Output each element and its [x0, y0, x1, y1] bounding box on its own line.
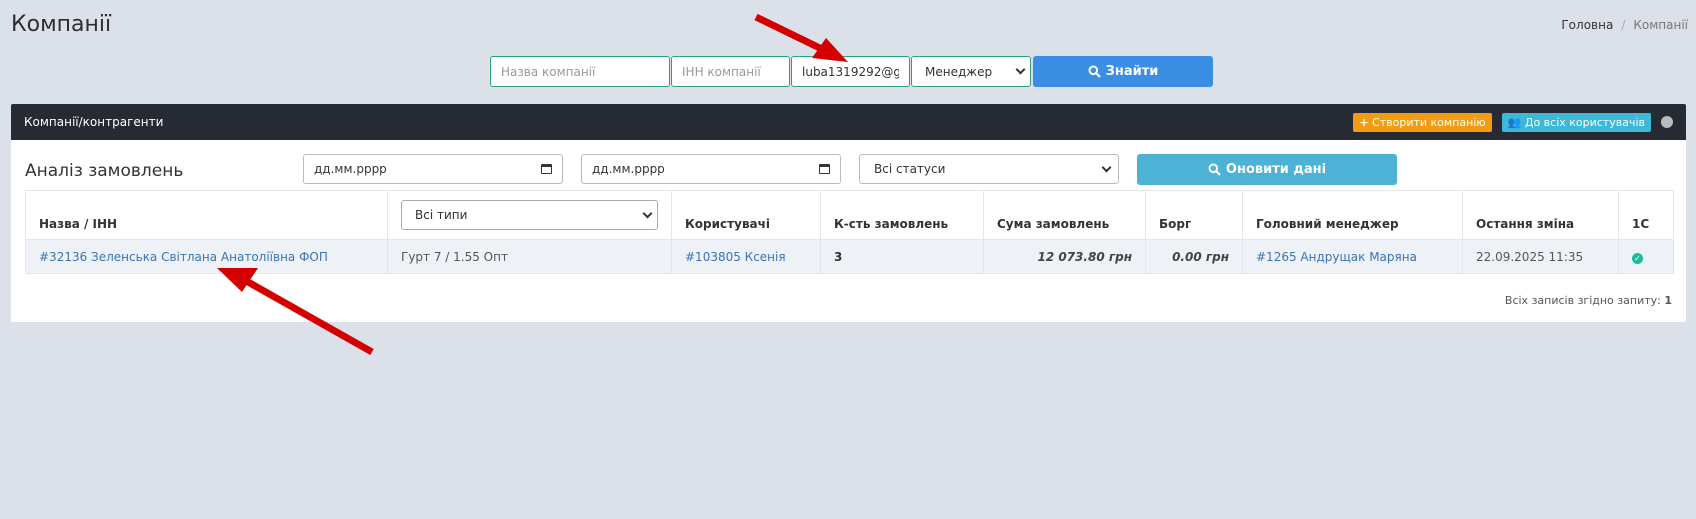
col-type: Всі типи [387, 190, 672, 240]
all-users-button[interactable]: 👥 До всіх користувачів [1501, 112, 1651, 132]
records-count: Всіх записів згідно запиту: 1 [1505, 294, 1672, 307]
table-header-row: Назва / ІНН Всі типи Користувачі К-сть з… [25, 190, 1674, 240]
check-circle-icon: ✓ [1632, 252, 1643, 264]
company-inn-input[interactable] [671, 56, 790, 87]
cell-manager: #1265 Андрущак Маряна [1242, 239, 1463, 274]
type-select-value: Всі типи [415, 208, 468, 222]
refresh-button[interactable]: Оновити дані [1137, 154, 1397, 185]
date-from-placeholder: дд.мм.рррр [314, 162, 387, 176]
col-orders-count[interactable]: К-сть замовлень [820, 190, 984, 240]
companies-card: Компанії/контрагенти + Створити компанію… [11, 104, 1686, 322]
records-count-value: 1 [1664, 294, 1672, 307]
search-icon [1088, 65, 1101, 78]
find-button[interactable]: Знайти [1033, 56, 1213, 87]
create-company-label: Створити компанію [1372, 115, 1486, 129]
email-input[interactable] [791, 56, 910, 87]
date-from-input[interactable]: дд.мм.рррр [303, 154, 563, 184]
user-link[interactable]: #103805 Ксенія [685, 250, 786, 264]
col-last-change[interactable]: Остання зміна [1462, 190, 1619, 240]
card-header: Компанії/контрагенти + Створити компанію… [11, 104, 1686, 140]
breadcrumb-current: Компанії [1633, 18, 1688, 32]
date-to-placeholder: дд.мм.рррр [592, 162, 665, 176]
type-select[interactable]: Всі типи [401, 200, 658, 230]
col-users[interactable]: Користувачі [671, 190, 821, 240]
breadcrumb-home[interactable]: Головна [1561, 18, 1613, 32]
cell-last-change: 22.09.2025 11:35 [1462, 239, 1619, 274]
company-link[interactable]: #32136 Зеленська Світлана Анатоліївна ФО… [39, 250, 328, 264]
page-title: Компанії [11, 12, 112, 37]
create-company-button[interactable]: + Створити компанію [1353, 112, 1492, 132]
chevron-down-icon [1101, 162, 1112, 172]
breadcrumb: Головна / Компанії [1561, 18, 1688, 32]
col-debt[interactable]: Борг [1145, 190, 1243, 240]
chevron-down-icon [642, 208, 653, 218]
cell-user: #103805 Ксенія [671, 239, 821, 274]
status-select[interactable]: Всі статуси [859, 154, 1119, 184]
records-count-label: Всіх записів згідно запиту: [1504, 294, 1661, 307]
cell-orders-sum: 12 073.80 грн [983, 239, 1146, 274]
col-name[interactable]: Назва / ІНН [25, 190, 388, 240]
all-users-label: До всіх користувачів [1524, 115, 1645, 129]
refresh-button-label: Оновити дані [1225, 162, 1327, 177]
cell-1c: ✓ [1618, 239, 1674, 274]
manager-link[interactable]: #1265 Андрущак Маряна [1256, 250, 1417, 264]
manager-select-value: Менеджер [925, 64, 993, 79]
breadcrumb-separator: / [1621, 18, 1626, 32]
cell-debt: 0.00 грн [1145, 239, 1243, 274]
collapse-icon[interactable] [1661, 116, 1673, 128]
col-orders-sum[interactable]: Сума замовлень [983, 190, 1146, 240]
status-select-value: Всі статуси [874, 162, 946, 176]
cell-orders-count: 3 [820, 239, 984, 274]
find-button-label: Знайти [1105, 64, 1159, 79]
manager-select[interactable]: Менеджер [911, 56, 1031, 87]
cell-type: Гурт 7 / 1.55 Опт [387, 239, 672, 274]
col-1c[interactable]: 1С [1618, 190, 1674, 240]
calendar-icon[interactable] [541, 164, 552, 174]
company-search-form: Менеджер Знайти [490, 56, 1213, 87]
analysis-title: Аналіз замовлень [25, 161, 184, 181]
users-icon: 👥 [1507, 115, 1522, 129]
card-title: Компанії/контрагенти [24, 115, 164, 129]
search-icon [1208, 163, 1221, 176]
date-to-input[interactable]: дд.мм.рррр [581, 154, 841, 184]
company-name-input[interactable] [490, 56, 670, 87]
table-row: #32136 Зеленська Світлана Анатоліївна ФО… [25, 239, 1674, 274]
chevron-down-icon [1015, 64, 1026, 75]
companies-table: Назва / ІНН Всі типи Користувачі К-сть з… [25, 190, 1674, 274]
calendar-icon[interactable] [819, 164, 830, 174]
cell-name: #32136 Зеленська Світлана Анатоліївна ФО… [25, 239, 388, 274]
col-manager[interactable]: Головний менеджер [1242, 190, 1463, 240]
